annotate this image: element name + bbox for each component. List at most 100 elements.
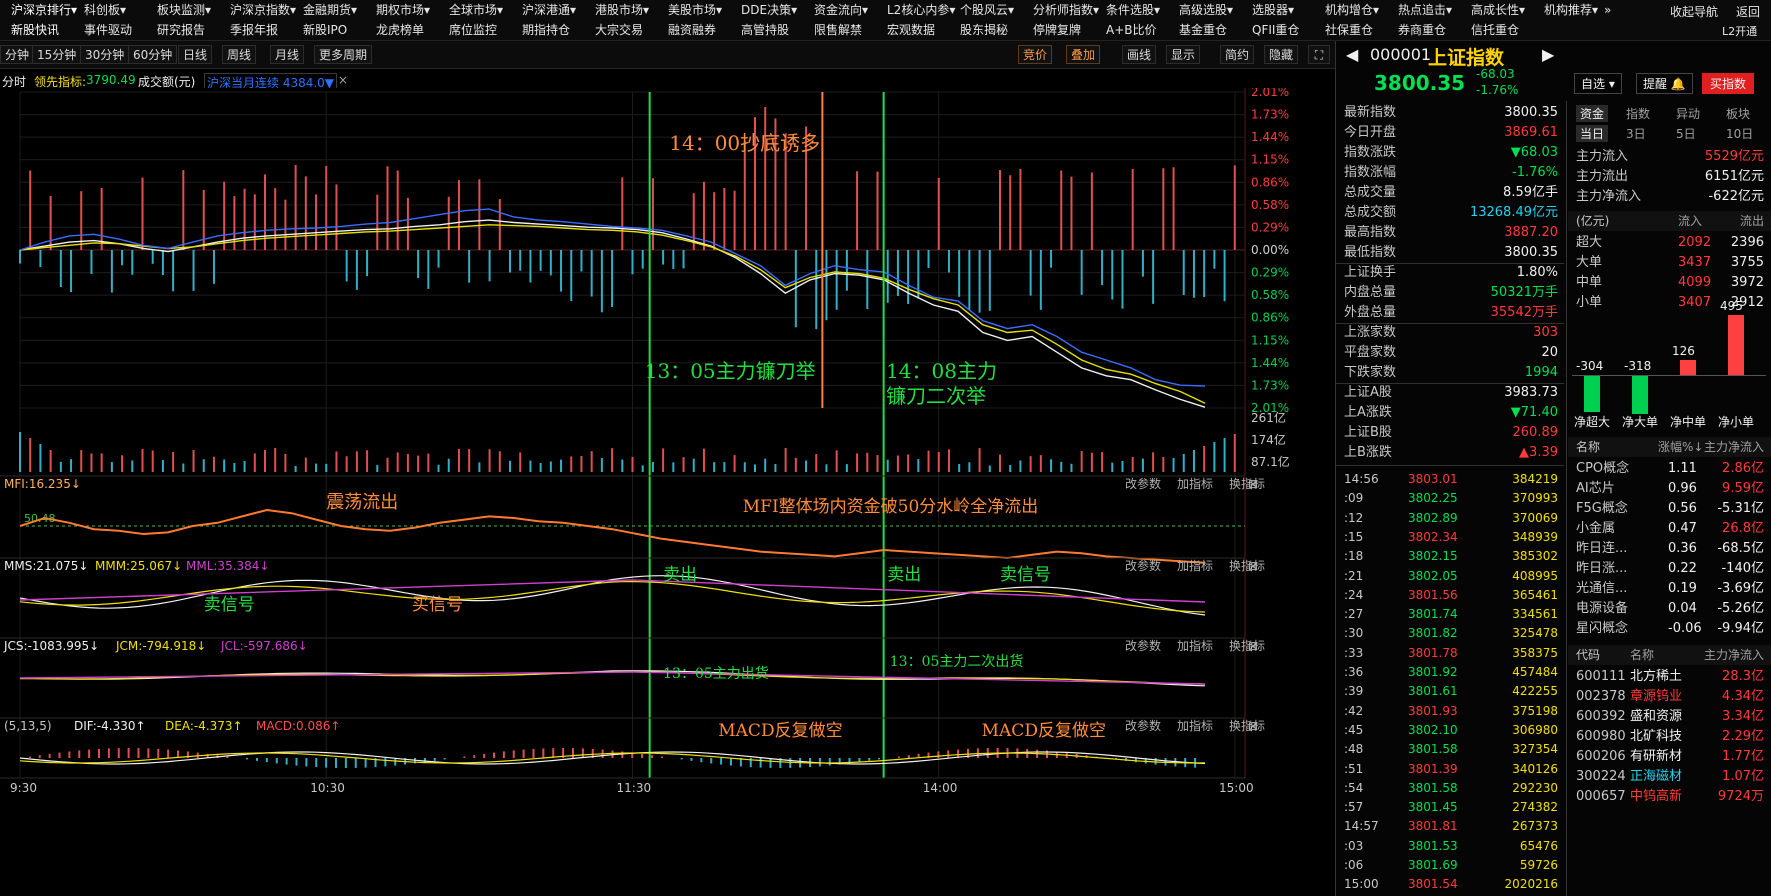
sector-row[interactable]: 星闪概念 -0.06 -9.94亿	[1568, 619, 1771, 639]
nav-item[interactable]: 沪深京排行▾	[8, 0, 80, 20]
panel-close-icon[interactable]: ⊠	[1248, 719, 1258, 733]
sector-row[interactable]: 昨日连... 0.36 -68.5亿	[1568, 539, 1771, 559]
sector-row[interactable]: CPO概念 1.11 2.86亿	[1568, 459, 1771, 479]
fund-tab[interactable]: 板块	[1726, 105, 1750, 122]
nav-item[interactable]: 大宗交易	[592, 20, 646, 40]
nav-item[interactable]: 高级选股▾	[1176, 0, 1236, 20]
panel-tool-1[interactable]: 加指标	[1177, 718, 1213, 733]
sector-row[interactable]: AI芯片 0.96 9.59亿	[1568, 479, 1771, 499]
simple-button[interactable]: 简约	[1220, 45, 1255, 64]
nav-item[interactable]: 资金流向▾	[811, 0, 871, 20]
sector-row[interactable]: 昨日涨... 0.22 -140亿	[1568, 559, 1771, 579]
nav-item[interactable]: 基金重仓	[1176, 20, 1230, 40]
nav-item[interactable]: 事件驱动	[81, 20, 135, 40]
period-1min-button[interactable]: 分钟	[0, 45, 35, 64]
overlay-close-icon[interactable]: ×	[338, 73, 348, 87]
next-icon[interactable]: ▶	[1542, 45, 1554, 64]
nav-item[interactable]: DDE决策▾	[738, 0, 800, 20]
nav-item[interactable]: 龙虎榜单	[373, 20, 427, 40]
nav-item[interactable]: QFII重仓	[1249, 20, 1302, 40]
nav-item[interactable]: 研究报告	[154, 20, 208, 40]
fund-tab[interactable]: 资金	[1576, 105, 1609, 122]
nav-item[interactable]: 席位监控	[446, 20, 500, 40]
day-tab[interactable]: 5日	[1676, 125, 1696, 142]
l2-open-link[interactable]: L2开通	[1722, 23, 1757, 39]
overlay-button[interactable]: 叠加	[1066, 45, 1101, 64]
collapse-nav-link[interactable]: 收起导航	[1670, 3, 1718, 20]
nav-item[interactable]: 高成长性▾	[1468, 0, 1528, 20]
auction-button[interactable]: 竞价	[1018, 45, 1053, 64]
nav-item[interactable]: 科创板▾	[81, 0, 129, 20]
panel-tool-2[interactable]: 换指标	[1229, 718, 1265, 733]
hide-button[interactable]: 隐藏	[1264, 45, 1299, 64]
fund-tab[interactable]: 异动	[1676, 105, 1700, 122]
stock-row[interactable]: 300224 正海磁材 1.07亿	[1568, 767, 1771, 787]
nav-item[interactable]: 新股IPO	[300, 20, 350, 40]
nav-item[interactable]: 沪深港通▾	[519, 0, 579, 20]
panel-close-icon[interactable]: ⊠	[1248, 639, 1258, 653]
nav-item[interactable]: 板块监测▾	[154, 0, 214, 20]
stock-row[interactable]: 600980 北矿科技 2.29亿	[1568, 727, 1771, 747]
sector-row[interactable]: 小金属 0.47 26.8亿	[1568, 519, 1771, 539]
watchlist-button[interactable]: 自选 ▾	[1574, 73, 1622, 94]
stock-row[interactable]: 600111 北方稀土 28.3亿	[1568, 667, 1771, 687]
alert-button[interactable]: 提醒 🔔	[1636, 73, 1693, 94]
draw-line-button[interactable]: 画线	[1122, 45, 1157, 64]
day-tab[interactable]: 当日	[1576, 125, 1609, 142]
nav-item[interactable]: 机构增仓▾	[1322, 0, 1382, 20]
back-link[interactable]: 返回	[1736, 3, 1760, 20]
nav-item[interactable]: L2核心内参▾	[884, 0, 958, 20]
panel-tool-1[interactable]: 加指标	[1177, 558, 1213, 573]
nav-item[interactable]: 分析师指数▾	[1030, 0, 1102, 20]
stock-row[interactable]: 600206 有研新材 1.77亿	[1568, 747, 1771, 767]
panel-tool-1[interactable]: 加指标	[1177, 638, 1213, 653]
nav-item[interactable]: 融资融券	[665, 20, 719, 40]
expand-icon[interactable]: ⛶	[1308, 45, 1330, 64]
nav-item[interactable]: 港股市场▾	[592, 0, 652, 20]
panel-tool-2[interactable]: 换指标	[1229, 558, 1265, 573]
nav-item[interactable]: 条件选股▾	[1103, 0, 1163, 20]
nav-item[interactable]: 沪深京指数▾	[227, 0, 299, 20]
nav-item[interactable]: 全球市场▾	[446, 0, 506, 20]
period-15min-button[interactable]: 15分钟	[32, 45, 82, 64]
period-60min-button[interactable]: 60分钟	[128, 45, 178, 64]
nav-item[interactable]: A+B比价	[1103, 20, 1160, 40]
nav-item[interactable]: 季报年报	[227, 20, 281, 40]
panel-tool-0[interactable]: 改参数	[1125, 718, 1161, 733]
day-tab[interactable]: 10日	[1726, 125, 1753, 142]
sector-row[interactable]: F5G概念 0.56 -5.31亿	[1568, 499, 1771, 519]
panel-tool-1[interactable]: 加指标	[1177, 476, 1213, 491]
period-day-button[interactable]: 日线	[178, 45, 213, 64]
prev-icon[interactable]: ◀	[1346, 45, 1358, 64]
panel-tool-2[interactable]: 换指标	[1229, 476, 1265, 491]
nav-item[interactable]: 机构推荐▾	[1541, 0, 1601, 20]
stock-row[interactable]: 600392 盛和资源 3.34亿	[1568, 707, 1771, 727]
nav-item[interactable]: 新股快讯	[8, 20, 62, 40]
display-button[interactable]: 显示	[1166, 45, 1201, 64]
nav-item[interactable]: 期指持仓	[519, 20, 573, 40]
nav-item[interactable]: 股东揭秘	[957, 20, 1011, 40]
intraday-chart[interactable]: 2.01% 1.73% 1.44% 1.15% 0.86% 0.58% 0.29% 0.00%…	[0, 88, 1335, 896]
fund-tab[interactable]: 指数	[1626, 105, 1650, 122]
nav-item[interactable]: 社保重仓	[1322, 20, 1376, 40]
nav-item[interactable]: 宏观数据	[884, 20, 938, 40]
nav-item[interactable]: 美股市场▾	[665, 0, 725, 20]
panel-tool-0[interactable]: 改参数	[1125, 476, 1161, 491]
period-week-button[interactable]: 周线	[222, 45, 257, 64]
more-period-button[interactable]: 更多周期	[314, 45, 373, 64]
sector-row[interactable]: 光通信... 0.19 -3.69亿	[1568, 579, 1771, 599]
nav-more-button[interactable]: »	[1604, 3, 1611, 17]
stock-row[interactable]: 002378 章源钨业 4.34亿	[1568, 687, 1771, 707]
nav-item[interactable]: 限售解禁	[811, 20, 865, 40]
panel-close-icon[interactable]: ⊠	[1248, 559, 1258, 573]
sector-row[interactable]: 电源设备 0.04 -5.26亿	[1568, 599, 1771, 619]
nav-item[interactable]: 选股器▾	[1249, 0, 1297, 20]
nav-item[interactable]: 金融期货▾	[300, 0, 360, 20]
nav-item[interactable]: 个股风云▾	[957, 0, 1017, 20]
panel-tool-2[interactable]: 换指标	[1229, 638, 1265, 653]
period-month-button[interactable]: 月线	[270, 45, 305, 64]
buy-index-button[interactable]: 买指数	[1702, 73, 1755, 94]
nav-item[interactable]: 券商重仓	[1395, 20, 1449, 40]
nav-item[interactable]: 热点追击▾	[1395, 0, 1455, 20]
day-tab[interactable]: 3日	[1626, 125, 1646, 142]
